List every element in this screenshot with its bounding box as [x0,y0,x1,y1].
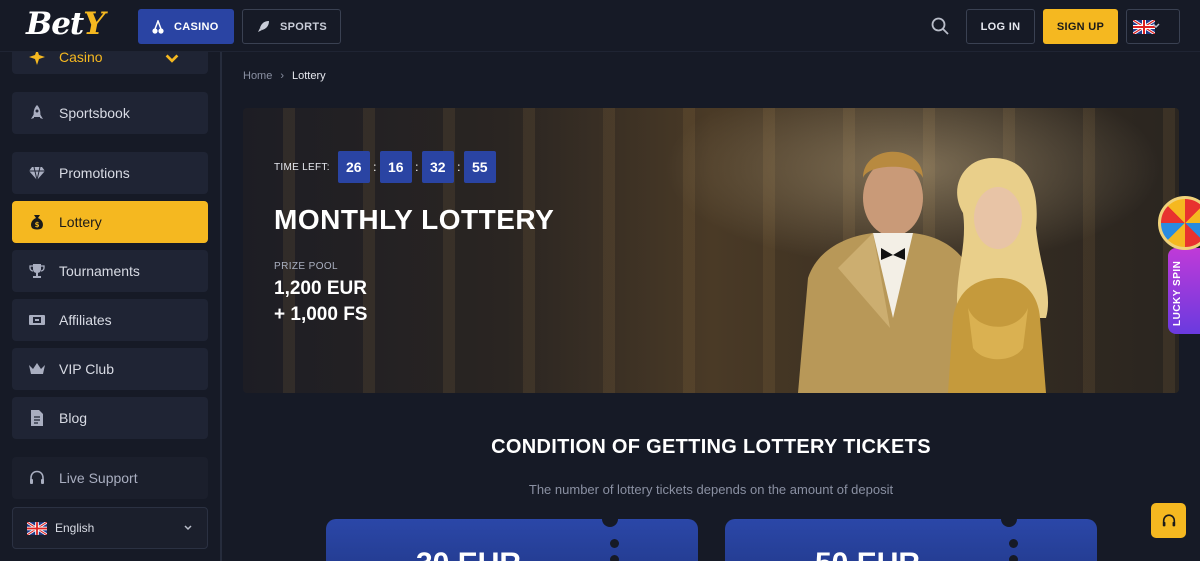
hero-illustration [798,151,1049,393]
chevron-down-icon [184,525,192,531]
search-icon[interactable] [930,16,950,36]
ticket-card: 50 EUR [725,519,1097,561]
prize-pool-amount: 1,200 EUR [274,278,367,299]
sidebar-item-blog[interactable]: Blog [12,397,208,439]
conditions-subtitle: The number of lottery tickets depends on… [528,482,894,497]
rocket-icon [31,105,43,119]
support-chat-button[interactable] [1151,503,1186,538]
trophy-icon [29,264,45,278]
logo[interactable]: BetY [26,6,105,42]
language-selector[interactable] [1126,9,1180,44]
breadcrumb-home[interactable]: Home [243,70,272,82]
sidebar-item-casino[interactable]: Casino [12,52,208,74]
lucky-spin-tab[interactable]: LUCKY SPIN [1168,248,1200,334]
sidebar-item-live-support[interactable]: Live Support [12,457,208,499]
ticket-card: 30 EUR [326,519,698,561]
sidebar-language-selector[interactable]: English [12,507,208,549]
top-header: BetY CASINO SPORTS LOG IN SIGN UP [0,0,1200,52]
casino-button[interactable]: CASINO [138,9,234,44]
sidebar-item-tournaments[interactable]: Tournaments [12,250,208,292]
chevron-down-icon [1152,23,1160,29]
sidebar-item-sportsbook[interactable]: Sportsbook [12,92,208,134]
conditions-title: CONDITION OF GETTING LOTTERY TICKETS [491,436,931,458]
lottery-hero-banner: TIME LEFT: 26 : 16 : 32 : 55 MONTHLY LOT… [243,108,1179,393]
cherry-icon [152,19,164,34]
signup-button[interactable]: SIGN UP [1043,9,1118,44]
sidebar-item-affiliates[interactable]: Affiliates [12,299,208,341]
timer-minutes: 32 [421,151,454,183]
sidebar-item-promotions[interactable]: Promotions [12,152,208,194]
chevron-down-icon [165,54,179,63]
headset-icon [1162,513,1175,526]
document-icon [31,410,43,426]
timer-seconds: 55 [463,151,496,183]
sidebar-item-lottery[interactable]: $ Lottery [12,201,208,243]
ticket-amount: 50 EUR [815,547,920,561]
login-button[interactable]: LOG IN [966,9,1035,44]
breadcrumb-current: Lottery [292,70,326,82]
page-title: MONTHLY LOTTERY [274,204,555,235]
timer-days: 26 [337,151,370,183]
ticket-icon [29,315,45,325]
sidebar-item-vip-club[interactable]: VIP Club [12,348,208,390]
prize-pool-label: PRIZE POOL [274,261,339,272]
time-left-label: TIME LEFT: [274,161,330,173]
sparkle-icon [29,52,45,65]
headset-icon [30,470,44,484]
breadcrumb: Home › Lottery [243,70,326,82]
chevron-right-icon: › [280,70,285,82]
sidebar: Casino Sportsbook Promotions $ Lottery T… [0,52,222,561]
crown-icon [29,363,45,374]
svg-text:$: $ [35,221,40,229]
uk-flag-icon [27,521,47,535]
ticket-amount: 30 EUR [416,547,521,561]
money-bag-icon: $ [31,215,43,230]
diamond-icon [29,166,45,181]
sports-button[interactable]: SPORTS [242,9,341,44]
rocket-icon [258,21,269,32]
countdown-timer: TIME LEFT: 26 : 16 : 32 : 55 [274,151,496,183]
prize-pool-free-spins: + 1,000 FS [274,304,368,325]
timer-hours: 16 [379,151,412,183]
